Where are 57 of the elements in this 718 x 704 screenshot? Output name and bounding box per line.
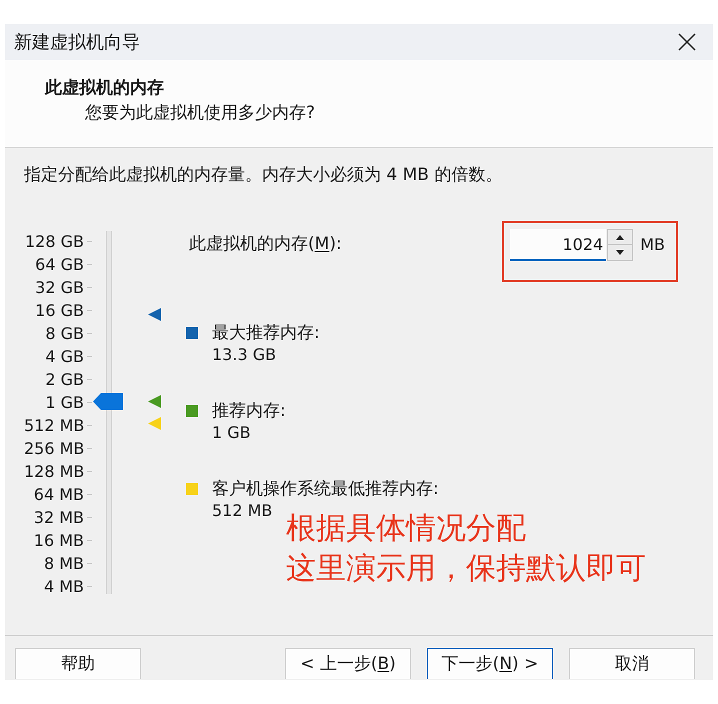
caret-down-icon [616,250,624,255]
dialog-button[interactable]: < 上一步(B) [285,648,411,679]
spin-down-button[interactable] [607,245,634,261]
scale-tick [87,563,92,564]
page-subtitle: 您要为此虚拟机使用多少内存? [85,102,316,124]
slider-thumb[interactable] [93,393,123,410]
annotation-text: 根据具体情况分配 [286,511,526,547]
scale-label: 512 MB [24,416,84,436]
legend-value: 13.3 GB [212,345,276,365]
memory-label: 此虚拟机的内存(M): [189,234,342,254]
instruction-text: 指定分配给此虚拟机的内存量。内存大小必须为 4 MB 的倍数。 [24,164,502,186]
scale-tick [87,425,92,426]
legend-label: 客户机操作系统最低推荐内存: [212,479,439,499]
scale-label: 256 MB [24,438,84,458]
scale-tick [87,471,92,472]
scale-tick [87,586,92,587]
scale-label: 2 GB [45,370,84,390]
scale-label: 64 MB [34,484,84,504]
scale-label: 128 MB [24,462,84,482]
scale-label: 4 GB [45,346,84,366]
scale-tick [87,517,92,518]
scale-label: 4 MB [44,576,84,596]
scale-tick [87,264,92,265]
scale-tick [87,448,92,449]
scale-tick [87,356,92,357]
close-icon[interactable] [678,33,696,51]
dialog-button[interactable]: 下一步(N) > [427,648,553,679]
page-title: 此虚拟机的内存 [45,77,164,99]
scale-label: 16 GB [35,300,84,320]
caret-up-icon [616,234,624,240]
spin-up-button[interactable] [607,229,634,245]
scale-label: 128 GB [25,232,84,252]
scale-tick [87,379,92,380]
legend-label: 最大推荐内存: [212,323,320,343]
dialog-button[interactable]: 取消 [569,648,695,679]
scale-tick [87,540,92,541]
scale-label: 32 GB [35,278,84,298]
annotation-text: 这里演示用，保持默认即可 [286,551,646,587]
legend-value: 1 GB [212,423,251,443]
scale-tick [87,494,92,495]
scale-tick [87,333,92,334]
legend-label: 推荐内存: [212,401,286,421]
unit-label: MB [640,235,665,255]
dialog-button[interactable]: 帮助 [15,648,141,679]
legend-value: 512 MB [212,501,272,521]
scale-label: 8 MB [44,554,84,574]
scale-tick [87,241,92,242]
memory-input[interactable]: 1024 [510,229,606,261]
window-title: 新建虚拟机向导 [14,31,140,54]
scale-tick [87,287,92,288]
scale-tick [87,310,92,311]
scale-tick [87,402,92,403]
scale-label: 32 MB [34,508,84,528]
scale-label: 64 GB [35,254,84,274]
scale-label: 1 GB [45,392,84,412]
scale-label: 8 GB [45,324,84,344]
scale-label: 16 MB [34,530,84,550]
